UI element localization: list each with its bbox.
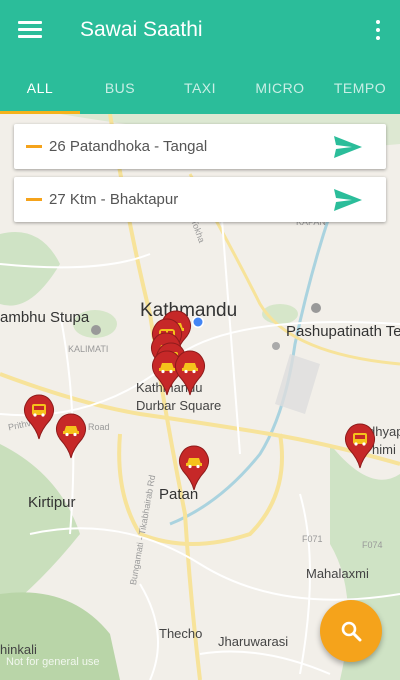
map-label-pashupatinath: Pashupatinath Te [286,323,400,340]
vehicle-tabs: ALL BUS TAXI MICRO TEMPO [0,62,400,114]
map-label-kalimati: KALIMATI [68,344,109,354]
search-fab[interactable] [320,600,382,662]
vehicle-pin-bus[interactable] [23,394,55,440]
taxi-icon [174,350,206,396]
map-label-road-ring: Road [88,422,110,432]
taxi-icon [55,413,87,459]
app-title: Sawai Saathi [80,18,203,41]
map-label-khokana: hinkali [0,642,37,657]
send-icon[interactable] [332,187,364,213]
map-label-road-f071: F071 [302,534,323,544]
tab-bus[interactable]: BUS [80,62,160,114]
taxi-icon [178,445,210,491]
map-label-mahalaxmi: Mahalaxmi [306,566,369,581]
tab-all[interactable]: ALL [0,62,80,114]
route-dash-icon [26,198,42,201]
bus-icon [23,394,55,440]
map-label-jharuwarasi: Jharuwarasi [218,634,289,649]
send-icon[interactable] [332,134,364,160]
route-card[interactable]: 27 Ktm - Bhaktapur [14,177,386,222]
search-icon [341,621,362,642]
tab-taxi[interactable]: TAXI [160,62,240,114]
map-label-road-f074: F074 [362,540,383,550]
vehicle-pin-taxi[interactable] [55,413,87,459]
map-attribution: Not for general use [6,656,100,668]
map-label-thecho: Thecho [159,626,203,641]
map-label-kirtipur: Kirtipur [28,494,76,511]
route-label: 26 Patandhoka - Tangal [49,138,208,155]
map-label-durbar-square-2: Durbar Square [136,398,222,413]
vehicle-pin-taxi[interactable] [178,445,210,491]
bus-icon [344,423,376,469]
more-vert-icon[interactable] [370,18,386,44]
app-bar: Sawai Saathi [0,0,400,62]
route-card[interactable]: 26 Patandhoka - Tangal [14,124,386,169]
hamburger-menu-icon[interactable] [16,18,44,44]
tab-micro[interactable]: MICRO [240,62,320,114]
vehicle-pin-bus[interactable] [344,423,376,469]
route-dash-icon [26,145,42,148]
map-label-swayambhu: ambhu Stupa [0,309,90,326]
route-label: 27 Ktm - Bhaktapur [49,191,179,208]
tab-tempo[interactable]: TEMPO [320,62,400,114]
vehicle-pin-taxi[interactable] [174,350,206,396]
